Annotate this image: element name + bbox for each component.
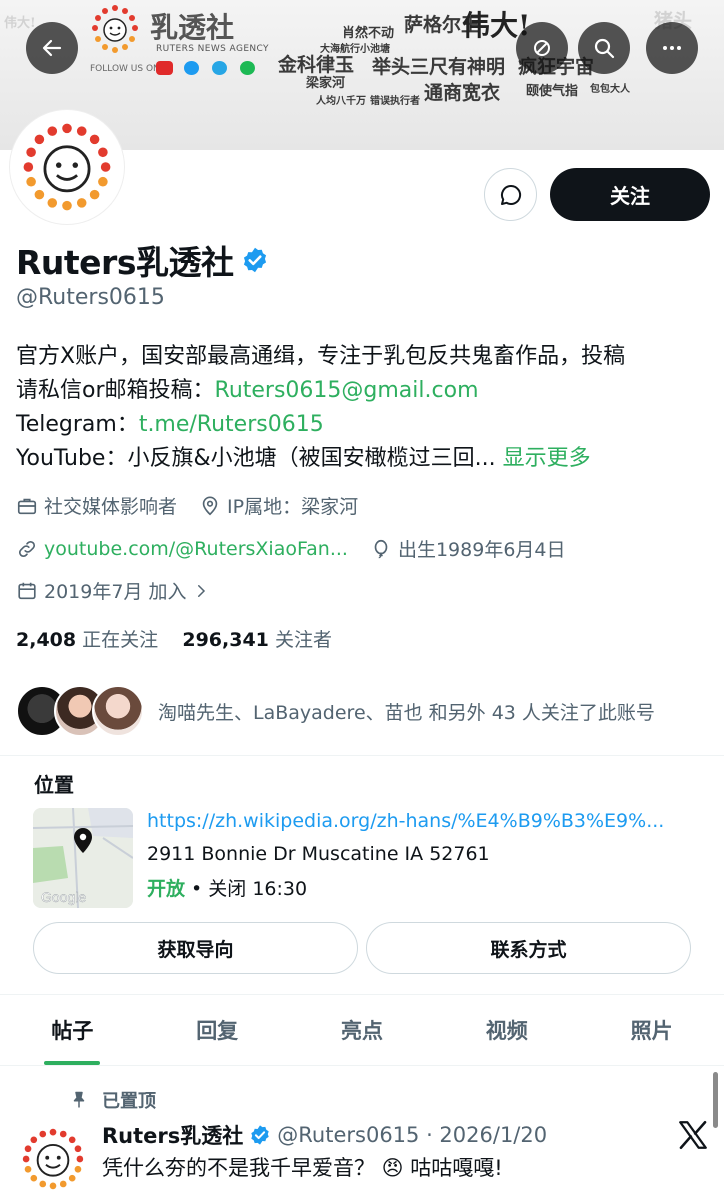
more-icon [663,46,681,50]
banner-watermark: 通商宽衣 [424,82,501,104]
followers-stat[interactable]: 296,341 关注者 [182,629,332,651]
chat-bubble-icon [500,184,521,205]
bio-telegram-link[interactable]: t.me/Ruters0615 [139,412,324,437]
profile-avatar[interactable] [10,110,124,224]
location-title: 位置 [34,773,74,797]
tab-posts[interactable]: 帖子 [0,995,145,1065]
directions-button[interactable]: 获取导向 [33,922,358,974]
ip-location: IP属地：梁家河 [227,496,359,518]
profile-category: 社交媒体影响者 [44,496,178,518]
user-handle: @Ruters0615 [16,285,165,310]
post-meta: @Ruters0615 · 2026/1/20 [277,1123,548,1147]
profile-bio: 官方X账户，国安部最高通缉，专注于乳包反共鬼畜作品，投稿 请私信or邮箱投稿：R… [16,340,716,476]
section-divider [0,755,724,756]
banner-watermark: 伟大! [4,16,36,31]
profile-meta-row: 社交媒体影响者 IP属地：梁家河 [16,492,358,519]
follower-avatar [92,685,144,737]
profile-meta-row: youtube.com/@RutersXiaoFan... 出生1989年6月4… [16,535,566,562]
profile-name-row: Ruters乳透社 [16,236,269,284]
banner-watermark: 包包大人 [590,84,630,95]
bio-line: Telegram：t.me/Ruters0615 [16,408,716,442]
pinned-indicator: 已置顶 [70,1087,156,1113]
location-hours: 开放 • 关闭 16:30 [147,874,307,901]
follow-stats: 2,408 正在关注 296,341 关注者 [16,625,332,652]
youtube-icon [156,61,173,75]
display-name: Ruters乳透社 [16,243,234,282]
banner-watermark: 梁家河 [306,76,346,91]
joined-row[interactable]: 2019年7月 加入 [16,577,216,604]
birth-date: 出生1989年6月4日 [397,539,566,561]
back-button[interactable] [26,22,78,74]
message-button[interactable] [484,168,537,221]
followers-count: 296,341 [182,629,269,651]
open-status: 开放 [147,878,186,900]
location-address: 2911 Bonnie Dr Muscatine IA 52761 [147,843,490,865]
x-logo-icon[interactable] [676,1118,710,1152]
ruters-logo-icon [92,5,138,53]
post-header: Ruters乳透社 @Ruters0615 · 2026/1/20 [102,1120,547,1150]
bio-text: 请私信or邮箱投稿： [16,378,215,403]
followed-by-text: 淘喵先生、LaBayadere、苗也 和另外 43 人关注了此账号 [158,701,655,724]
more-button[interactable] [646,22,698,74]
telegram-icon [212,61,227,75]
location-map[interactable]: Google [33,808,133,908]
location-url-link[interactable]: https://zh.wikipedia.org/zh-hans/%E4%B9%… [147,810,664,832]
verified-badge-icon [251,1125,269,1145]
calendar-icon [18,582,36,599]
following-label: 正在关注 [82,629,159,651]
following-stat[interactable]: 2,408 正在关注 [16,629,158,651]
share-button[interactable] [516,22,568,74]
verified-badge-icon[interactable] [241,246,269,274]
post-author-avatar[interactable] [18,1124,88,1194]
follow-button[interactable]: 关注 [550,168,710,221]
bio-line: 请私信or邮箱投稿：Ruters0615@gmail.com [16,374,716,408]
bio-text: YouTube：小反旗&小池塘（被国安橄榄过三回... [16,446,496,471]
website-link[interactable]: youtube.com/@RutersXiaoFan... [44,538,348,560]
link-icon [18,540,36,557]
banner-watermark: 颐使气指 [526,84,579,99]
bio-text: Telegram： [16,412,139,437]
briefcase-icon [17,498,37,514]
joined-date: 2019年7月 加入 [44,581,187,603]
banner-watermark: 错误执行者 [370,96,420,107]
post-author-name[interactable]: Ruters乳透社 [102,1120,243,1150]
pinned-label: 已置顶 [102,1091,156,1112]
tab-videos[interactable]: 视频 [434,995,579,1065]
banner-watermark: 举头三尺有神明 [372,56,506,78]
tab-replies[interactable]: 回复 [145,995,290,1065]
twitter-icon [184,61,199,75]
arrow-left-icon [42,39,62,57]
search-button[interactable] [578,22,630,74]
closing-time: • 关闭 16:30 [185,878,308,900]
share-icon [534,40,550,56]
spotify-icon [240,61,255,75]
location-pin-icon [202,495,218,515]
bio-email-link[interactable]: Ruters0615@gmail.com [215,378,479,403]
banner-watermark: 人均八千万 [316,96,366,107]
pin-icon [73,1091,85,1108]
banner-follow-label: FOLLOW US ON [90,64,160,74]
post-body: 凭什么夯的不是我千早爱音？ 😠 咕咕嘎嘎! [102,1156,503,1180]
bio-line: 官方X账户，国安部最高通缉，专注于乳包反共鬼畜作品，投稿 [16,344,626,369]
ruters-logo-icon [22,1128,84,1190]
followed-by-row[interactable]: 淘喵先生、LaBayadere、苗也 和另外 43 人关注了此账号 [16,685,655,737]
following-count: 2,408 [16,629,77,651]
balloon-icon [374,539,388,558]
ruters-logo-icon [23,123,111,211]
map-thumbnail: Google [33,808,133,908]
followers-label: 关注者 [274,629,332,651]
show-more-link[interactable]: 显示更多 [503,446,591,471]
banner-watermark: 肖然不动 [342,26,395,41]
map-attribution: Google [41,889,86,905]
search-icon [594,38,615,59]
bio-line: YouTube：小反旗&小池塘（被国安橄榄过三回... 显示更多 [16,442,716,476]
banner-brand-cn: 乳透社 [150,11,235,44]
tab-photos[interactable]: 照片 [579,995,724,1065]
chevron-right-icon [198,584,206,597]
banner-brand-en: RUTERS NEWS AGENCY [156,44,269,54]
scrollbar[interactable] [713,1072,718,1128]
profile-tabs: 帖子 回复 亮点 视频 照片 [0,994,724,1066]
tab-highlights[interactable]: 亮点 [290,995,435,1065]
contact-button[interactable]: 联系方式 [366,922,691,974]
